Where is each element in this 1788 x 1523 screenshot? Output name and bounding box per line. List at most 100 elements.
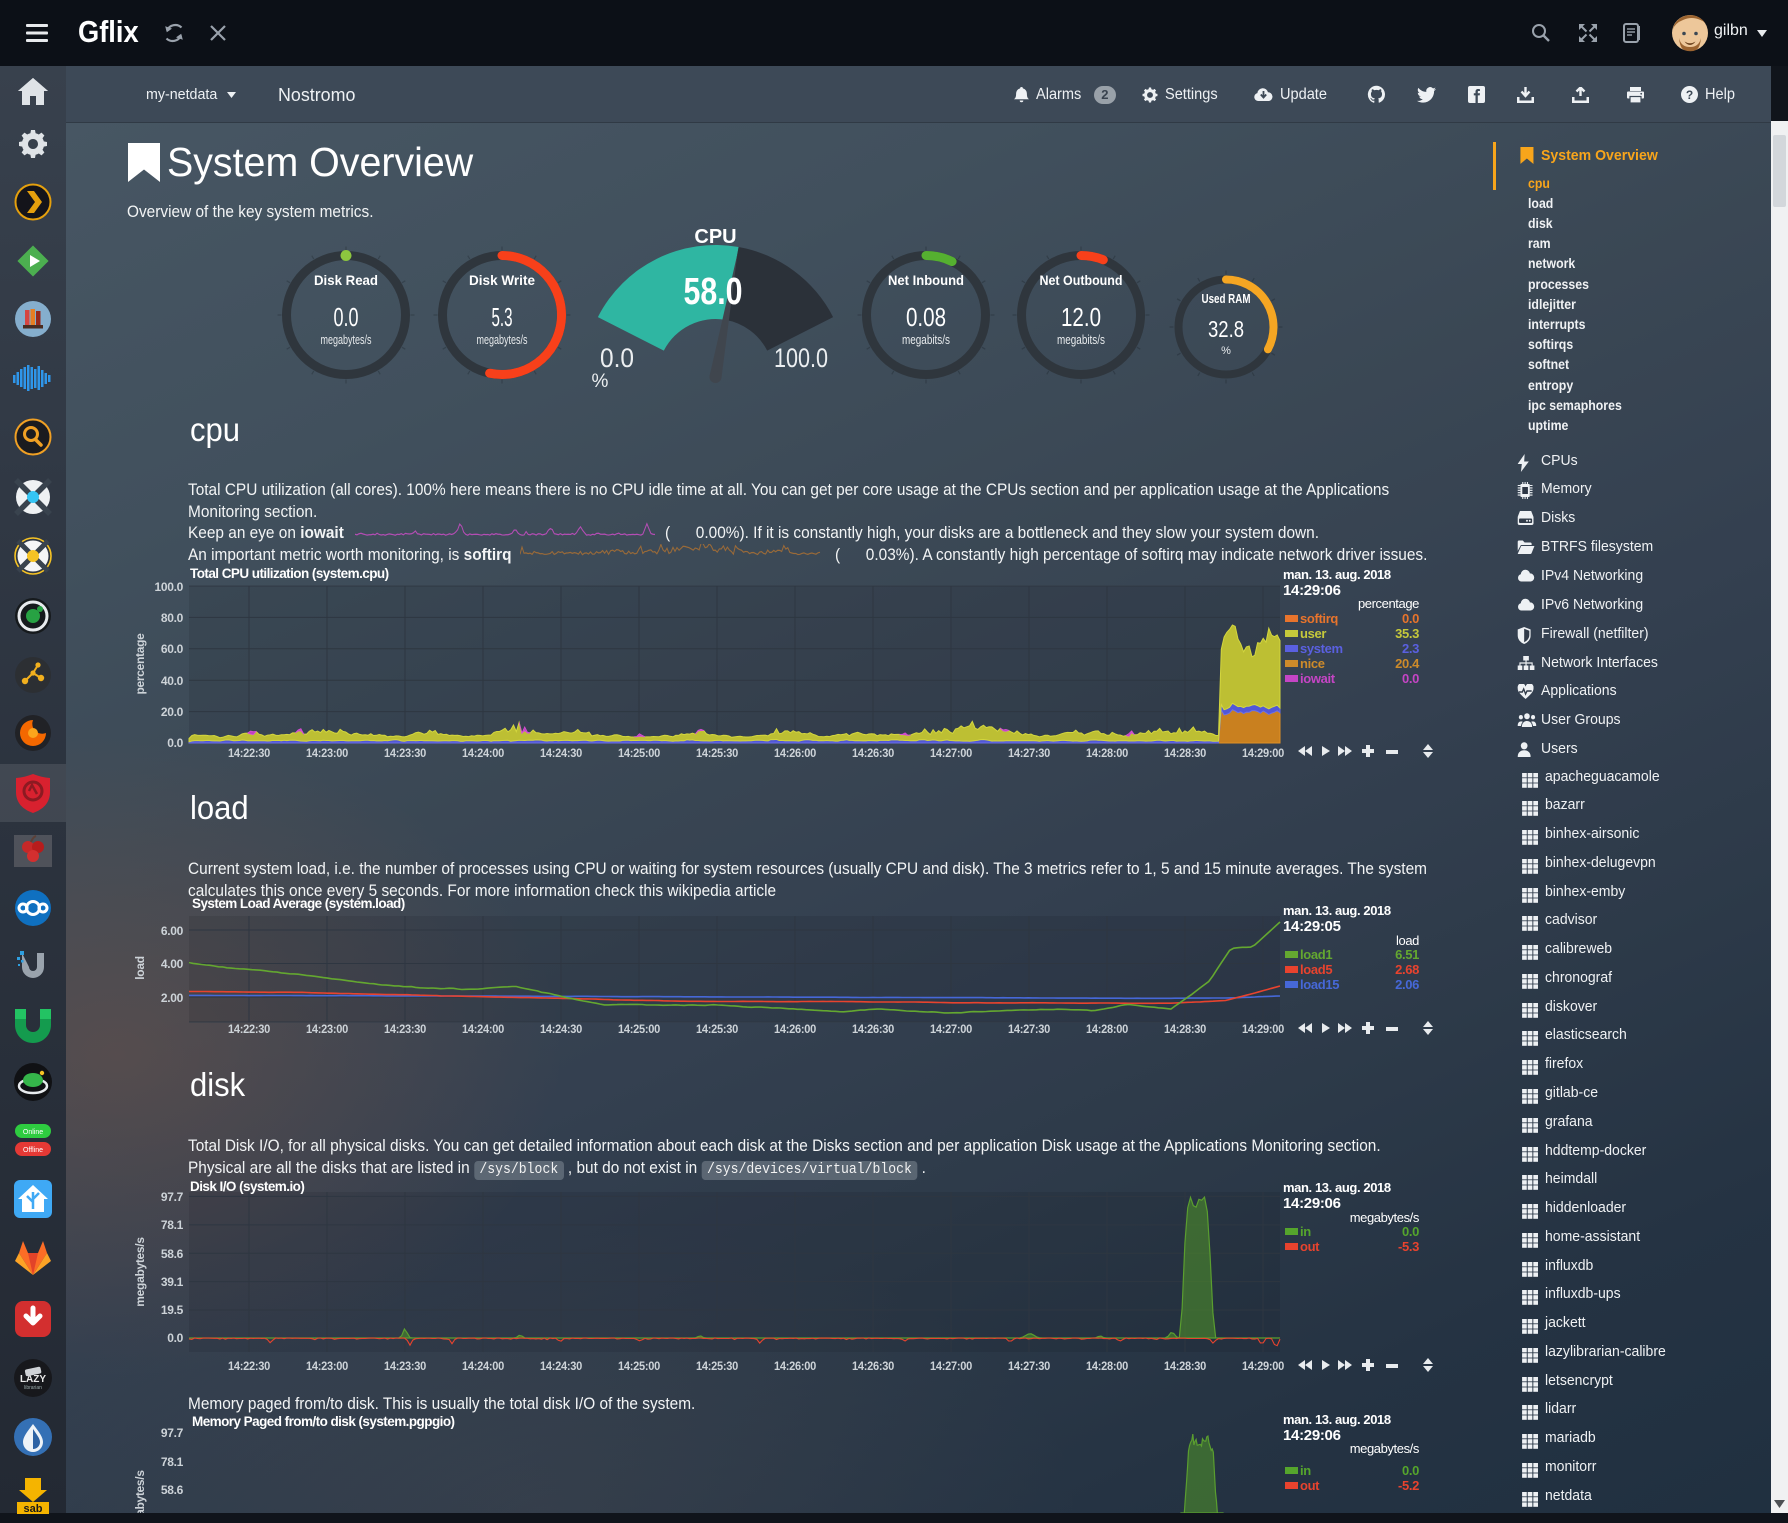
- svg-text:14:22:30: 14:22:30: [228, 1022, 271, 1036]
- svg-text:39.1: 39.1: [161, 1275, 184, 1289]
- svg-text:14:25:00: 14:25:00: [618, 1022, 661, 1036]
- svg-text:14:28:30: 14:28:30: [1164, 1359, 1207, 1373]
- svg-text:14:27:30: 14:27:30: [1008, 746, 1051, 760]
- svg-text:14:24:30: 14:24:30: [540, 1359, 583, 1373]
- svg-text:14:25:30: 14:25:30: [696, 746, 739, 760]
- svg-text:System Load Average (system.lo: System Load Average (system.load): [192, 896, 405, 911]
- svg-text:19.5: 19.5: [161, 1303, 184, 1317]
- svg-text:0.08: 0.08: [906, 302, 946, 332]
- svg-text:14:28:00: 14:28:00: [1086, 1022, 1129, 1036]
- svg-text:megabytes/s: megabytes/s: [133, 1237, 147, 1307]
- svg-text:14:23:30: 14:23:30: [384, 746, 427, 760]
- svg-text:man. 13. aug. 2018: man. 13. aug. 2018: [1283, 1180, 1391, 1195]
- svg-text:58.0: 58.0: [684, 271, 743, 313]
- svg-text:14:23:00: 14:23:00: [306, 746, 349, 760]
- svg-text:softirq: softirq: [1300, 611, 1338, 626]
- svg-text:14:26:00: 14:26:00: [774, 746, 817, 760]
- svg-text:%: %: [592, 371, 609, 392]
- svg-text:load5: load5: [1300, 962, 1332, 977]
- svg-text:14:27:00: 14:27:00: [930, 1359, 973, 1373]
- svg-text:14:29:06: 14:29:06: [1283, 582, 1341, 599]
- svg-text:0.0: 0.0: [1402, 1463, 1419, 1478]
- svg-text:librarian: librarian: [24, 1385, 42, 1391]
- svg-text:load1: load1: [1300, 947, 1332, 962]
- svg-text:80.0: 80.0: [161, 611, 184, 625]
- svg-text:in: in: [1300, 1463, 1311, 1478]
- svg-text:megabytes/s: megabytes/s: [1350, 1210, 1420, 1225]
- svg-text:megabytes/s: megabytes/s: [321, 332, 372, 347]
- svg-text:Disk Read: Disk Read: [314, 272, 378, 288]
- svg-text:20.4: 20.4: [1395, 656, 1420, 671]
- svg-text:40.0: 40.0: [161, 674, 184, 688]
- svg-text:14:26:30: 14:26:30: [852, 1022, 895, 1036]
- svg-text:Disk Write: Disk Write: [469, 272, 535, 288]
- svg-text:14:25:30: 14:25:30: [696, 1359, 739, 1373]
- svg-text:Offline: Offline: [23, 1147, 43, 1154]
- svg-text:Used RAM: Used RAM: [1202, 292, 1251, 306]
- svg-text:megabytes/s: megabytes/s: [133, 1470, 147, 1513]
- svg-text:0.0: 0.0: [167, 1331, 183, 1345]
- svg-text:load: load: [133, 956, 147, 979]
- svg-text:load15: load15: [1300, 977, 1339, 992]
- svg-text:load: load: [1396, 933, 1419, 948]
- svg-text:100.0: 100.0: [774, 343, 828, 373]
- svg-text:CPU: CPU: [694, 226, 736, 248]
- svg-text:?: ?: [1686, 88, 1693, 102]
- svg-text:97.7: 97.7: [161, 1426, 184, 1440]
- svg-text:-5.3: -5.3: [1398, 1239, 1419, 1254]
- svg-text:14:26:00: 14:26:00: [774, 1022, 817, 1036]
- svg-text:78.1: 78.1: [161, 1218, 184, 1232]
- svg-text:-5.2: -5.2: [1398, 1478, 1419, 1493]
- svg-text:35.3: 35.3: [1395, 626, 1419, 641]
- svg-text:Disk I/O (system.io): Disk I/O (system.io): [190, 1179, 304, 1194]
- svg-text:2.00: 2.00: [161, 991, 184, 1005]
- svg-text:LAZY: LAZY: [20, 1374, 46, 1385]
- svg-text:14:24:30: 14:24:30: [540, 1022, 583, 1036]
- svg-text:14:29:00: 14:29:00: [1242, 746, 1285, 760]
- svg-text:0.0: 0.0: [1402, 671, 1419, 686]
- svg-text:0.0: 0.0: [1402, 1224, 1419, 1239]
- svg-text:user: user: [1300, 626, 1326, 641]
- svg-text:0.0: 0.0: [1402, 611, 1419, 626]
- svg-text:iowait: iowait: [1300, 671, 1336, 686]
- svg-text:14:28:00: 14:28:00: [1086, 1359, 1129, 1373]
- svg-text:58.6: 58.6: [161, 1247, 184, 1261]
- svg-text:14:29:00: 14:29:00: [1242, 1359, 1285, 1373]
- svg-text:Online: Online: [23, 1129, 43, 1136]
- svg-text:percentage: percentage: [133, 633, 147, 695]
- svg-text:14:27:00: 14:27:00: [930, 1022, 973, 1036]
- svg-text:out: out: [1300, 1239, 1320, 1254]
- svg-text:in: in: [1300, 1224, 1311, 1239]
- svg-text:out: out: [1300, 1478, 1320, 1493]
- svg-text:14:28:30: 14:28:30: [1164, 1022, 1207, 1036]
- svg-text:14:23:30: 14:23:30: [384, 1022, 427, 1036]
- svg-text:14:24:00: 14:24:00: [462, 1359, 505, 1373]
- svg-text:Net Inbound: Net Inbound: [888, 272, 964, 288]
- svg-text:man. 13. aug. 2018: man. 13. aug. 2018: [1283, 903, 1391, 918]
- svg-text:20.0: 20.0: [161, 705, 184, 719]
- svg-text:14:29:05: 14:29:05: [1283, 918, 1341, 935]
- svg-text:nice: nice: [1300, 656, 1325, 671]
- svg-text:14:23:00: 14:23:00: [306, 1022, 349, 1036]
- svg-text:megabits/s: megabits/s: [902, 332, 950, 347]
- svg-text:Net Outbound: Net Outbound: [1040, 272, 1123, 288]
- svg-text:megabytes/s: megabytes/s: [1350, 1441, 1420, 1456]
- svg-text:14:25:00: 14:25:00: [618, 1359, 661, 1373]
- svg-text:sab: sab: [24, 1503, 43, 1514]
- svg-text:97.7: 97.7: [161, 1190, 184, 1204]
- svg-text:14:26:30: 14:26:30: [852, 1359, 895, 1373]
- svg-text:14:25:00: 14:25:00: [618, 746, 661, 760]
- svg-text:man. 13. aug. 2018: man. 13. aug. 2018: [1283, 1412, 1391, 1427]
- svg-text:4.00: 4.00: [161, 957, 184, 971]
- svg-text:2.06: 2.06: [1395, 977, 1419, 992]
- svg-text:14:24:00: 14:24:00: [462, 1022, 505, 1036]
- svg-text:6.00: 6.00: [161, 924, 184, 938]
- svg-text:78.1: 78.1: [161, 1455, 184, 1469]
- svg-text:14:29:00: 14:29:00: [1242, 1022, 1285, 1036]
- svg-text:14:23:00: 14:23:00: [306, 1359, 349, 1373]
- svg-text:Total CPU utilization (system.: Total CPU utilization (system.cpu): [190, 566, 389, 581]
- svg-text:0.0: 0.0: [600, 343, 634, 373]
- svg-text:14:22:30: 14:22:30: [228, 1359, 271, 1373]
- svg-text:man. 13. aug. 2018: man. 13. aug. 2018: [1283, 567, 1391, 582]
- svg-text:Memory Paged from/to disk (sys: Memory Paged from/to disk (system.pgpgio…: [192, 1414, 455, 1429]
